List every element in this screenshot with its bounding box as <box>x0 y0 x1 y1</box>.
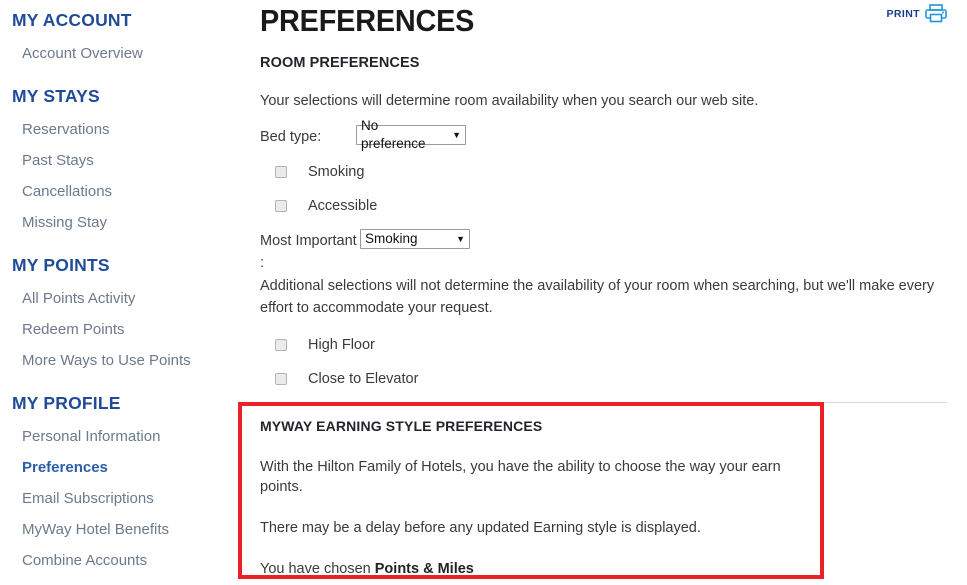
account-sidebar: MY ACCOUNT Account Overview MY STAYS Res… <box>0 0 240 585</box>
myway-chosen-prefix: You have chosen <box>260 561 375 577</box>
sidebar-item-account-overview[interactable]: Account Overview <box>0 38 240 69</box>
close-to-elevator-checkbox-row: Close to Elevator <box>260 369 947 389</box>
sidebar-group-my-stays: MY STAYS Reservations Past Stays Cancell… <box>0 84 240 238</box>
room-preferences-heading: ROOM PREFERENCES <box>260 55 420 71</box>
sidebar-heading-my-stays: MY STAYS <box>12 86 100 106</box>
page-title: PREFERENCES <box>260 3 475 38</box>
sidebar-item-combine-accounts[interactable]: Combine Accounts <box>0 545 240 576</box>
sidebar-heading-my-account: MY ACCOUNT <box>12 10 132 30</box>
sidebar-heading-my-points: MY POINTS <box>12 255 110 275</box>
close-to-elevator-label: Close to Elevator <box>308 371 419 387</box>
myway-chosen-value: Points & Miles <box>374 561 474 577</box>
sidebar-group-my-profile: MY PROFILE Personal Information Preferen… <box>0 391 240 576</box>
bed-type-row: Bed type: No preference ▼ <box>260 118 947 151</box>
myway-heading: MYWAY EARNING STYLE PREFERENCES <box>260 418 543 434</box>
sidebar-group-my-points: MY POINTS All Points Activity Redeem Poi… <box>0 253 240 376</box>
accessible-checkbox[interactable] <box>275 200 287 212</box>
myway-chosen-line: You have chosen Points & Miles <box>260 559 802 579</box>
smoking-checkbox-row: Smoking <box>260 162 947 182</box>
additional-selections-note: Additional selections will not determine… <box>260 278 935 316</box>
sidebar-item-cancellations[interactable]: Cancellations <box>0 176 240 207</box>
chevron-down-icon: ▼ <box>452 129 461 140</box>
accessible-label: Accessible <box>308 198 378 214</box>
close-to-elevator-checkbox[interactable] <box>275 373 287 385</box>
sidebar-item-personal-information[interactable]: Personal Information <box>0 421 240 452</box>
high-floor-label: High Floor <box>308 337 375 353</box>
myway-paragraph-1: With the Hilton Family of Hotels, you ha… <box>260 459 781 495</box>
most-important-select[interactable]: Smoking ▼ <box>360 229 470 249</box>
printer-icon <box>925 4 947 23</box>
smoking-label: Smoking <box>308 164 365 180</box>
high-floor-checkbox[interactable] <box>275 339 287 351</box>
sidebar-item-past-stays[interactable]: Past Stays <box>0 145 240 176</box>
sidebar-item-preferences[interactable]: Preferences <box>0 452 240 483</box>
sidebar-item-redeem-points[interactable]: Redeem Points <box>0 314 240 345</box>
sidebar-heading-my-profile: MY PROFILE <box>12 393 121 413</box>
room-preferences-intro-text: Your selections will determine room avai… <box>260 93 759 109</box>
bed-type-label: Bed type: <box>260 129 322 145</box>
sidebar-item-reservations[interactable]: Reservations <box>0 114 240 145</box>
most-important-row: Most Important : Smoking ▼ <box>260 229 947 274</box>
sidebar-item-email-subscriptions[interactable]: Email Subscriptions <box>0 483 240 514</box>
preferences-page: MY ACCOUNT Account Overview MY STAYS Res… <box>0 0 967 585</box>
most-important-label: Most Important : <box>260 233 357 271</box>
sidebar-item-myway-hotel-benefits[interactable]: MyWay Hotel Benefits <box>0 514 240 545</box>
smoking-checkbox[interactable] <box>275 166 287 178</box>
myway-earning-style-section: MYWAY EARNING STYLE PREFERENCES With the… <box>238 402 824 579</box>
sidebar-item-missing-stay[interactable]: Missing Stay <box>0 207 240 238</box>
chevron-down-icon: ▼ <box>456 233 465 244</box>
sidebar-item-all-points-activity[interactable]: All Points Activity <box>0 283 240 314</box>
most-important-selected-value: Smoking <box>365 231 418 246</box>
accessible-checkbox-row: Accessible <box>260 196 947 216</box>
bed-type-select[interactable]: No preference ▼ <box>356 118 466 151</box>
high-floor-checkbox-row: High Floor <box>260 335 947 355</box>
myway-paragraph-2: There may be a delay before any updated … <box>260 520 701 536</box>
sidebar-item-more-ways-to-use-points[interactable]: More Ways to Use Points <box>0 345 240 376</box>
sidebar-group-my-account: MY ACCOUNT Account Overview <box>0 8 240 69</box>
bed-type-selected-value: No preference <box>361 118 426 151</box>
